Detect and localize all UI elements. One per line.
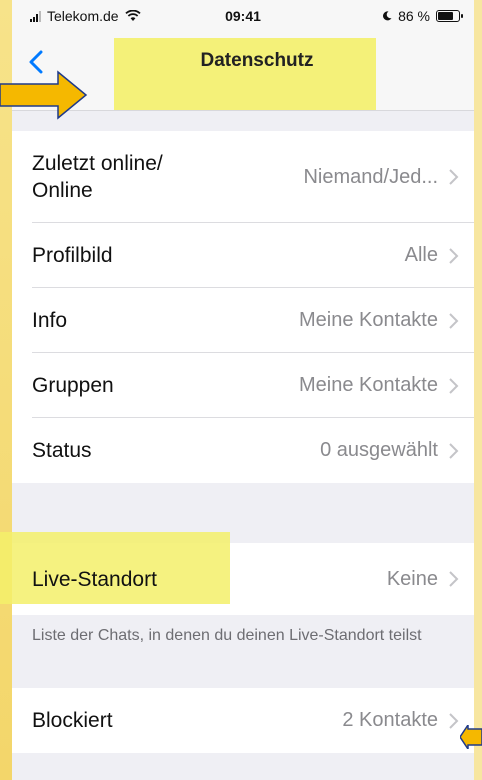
row-value: Meine Kontakte (299, 309, 438, 331)
chevron-right-icon (449, 247, 459, 264)
chevron-right-icon (449, 442, 459, 459)
row-value: Niemand/Jed... (303, 165, 438, 188)
moon-icon (383, 11, 392, 21)
row-blocked[interactable]: Blockiert 2 Kontakte (12, 688, 474, 753)
chevron-right-icon (449, 312, 459, 329)
row-label: Blockiert (32, 709, 113, 732)
row-value: Meine Kontakte (299, 374, 438, 396)
privacy-settings-list: Zuletzt online/ Online Niemand/Jed... Pr… (12, 131, 474, 483)
row-label: Info (32, 309, 68, 332)
chevron-right-icon (449, 571, 459, 587)
blocked-group: Blockiert 2 Kontakte (12, 688, 474, 753)
chevron-right-icon (449, 169, 459, 185)
chevron-right-icon (449, 377, 459, 394)
row-value: 0 ausgewählt (320, 439, 438, 461)
row-label: Gruppen (32, 374, 114, 397)
chevron-right-icon (449, 712, 459, 729)
battery-icon (436, 10, 463, 22)
row-label: Zuletzt online/ Online (32, 152, 163, 202)
row-info[interactable]: Info Meine Kontakte (12, 288, 474, 353)
row-label: Profilbild (32, 244, 113, 267)
annotation-arrow-right-icon (0, 70, 88, 120)
annotation-arrow-left-icon (460, 725, 482, 749)
row-value: 2 Kontakte (342, 709, 438, 731)
live-location-caption: Liste der Chats, in denen du deinen Live… (32, 627, 422, 644)
row-status[interactable]: Status 0 ausgewählt (12, 418, 474, 483)
row-label: Status (32, 439, 92, 462)
row-value: Keine (386, 567, 438, 590)
battery-percent: 86 % (398, 8, 430, 24)
row-label: Live-Standort (32, 567, 157, 591)
row-profile-photo[interactable]: Profilbild Alle (12, 223, 474, 288)
title-highlight (114, 38, 376, 110)
page-title: Datenschutz (200, 50, 314, 71)
status-bar: Telekom.de 09:41 86 % (12, 0, 474, 40)
yellow-frame-right (474, 0, 482, 780)
row-last-seen[interactable]: Zuletzt online/ Online Niemand/Jed... (12, 131, 474, 223)
row-value: Alle (404, 244, 438, 266)
row-groups[interactable]: Gruppen Meine Kontakte (12, 353, 474, 418)
